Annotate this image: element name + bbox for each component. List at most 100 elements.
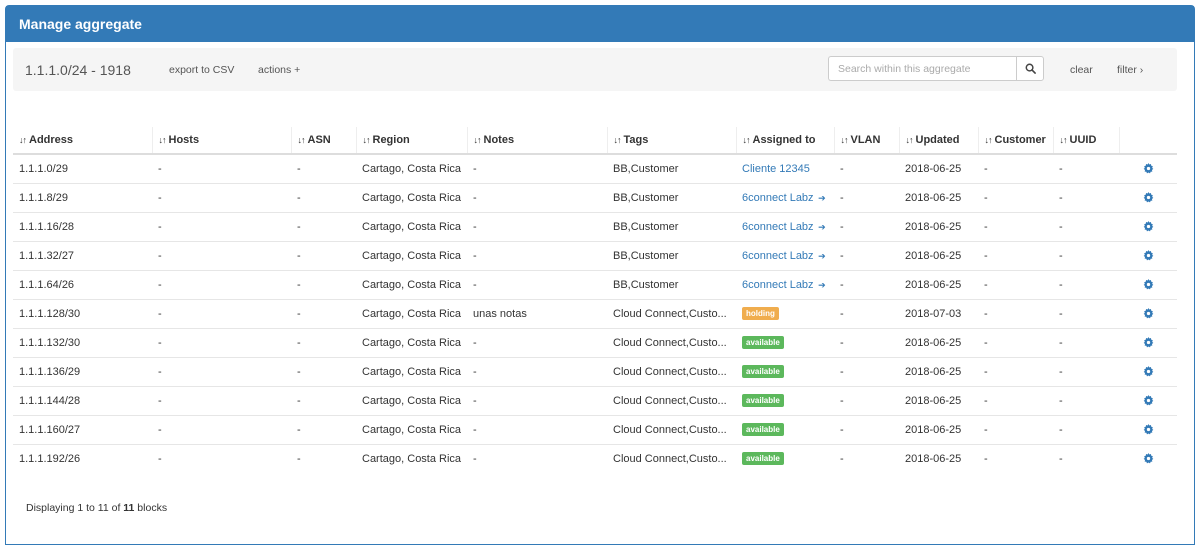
gear-icon[interactable] <box>1143 337 1154 348</box>
cell-hosts-text: - <box>158 336 162 349</box>
assigned-link[interactable]: 6connect Labz <box>742 192 814 204</box>
cell-hosts-text: - <box>158 307 162 320</box>
cell-updated: 2018-06-25 <box>899 356 978 386</box>
cell-region-text: Cartago, Costa Rica <box>362 278 462 291</box>
assigned-link[interactable]: Cliente 12345 <box>742 163 810 175</box>
cell-region-text: Cartago, Costa Rica <box>362 191 462 204</box>
cell-region: Cartago, Costa Rica <box>356 414 467 444</box>
cell-notes-text: - <box>473 423 477 436</box>
gear-icon[interactable] <box>1143 192 1154 203</box>
assigned-link[interactable]: 6connect Labz <box>742 279 814 291</box>
clear-button[interactable]: clear <box>1070 64 1093 76</box>
column-header-notes[interactable]: ↓↑ Notes <box>466 127 607 155</box>
search-input[interactable] <box>828 56 1016 81</box>
cell-updated-text: 2018-06-25 <box>905 220 962 233</box>
cell-uuid: - <box>1053 153 1119 183</box>
available-badge[interactable]: available <box>742 452 784 466</box>
cell-notes: - <box>467 327 607 357</box>
cell-region-text: Cartago, Costa Rica <box>362 220 462 233</box>
gear-icon[interactable] <box>1143 250 1154 261</box>
cell-region: Cartago, Costa Rica <box>356 327 467 357</box>
cell-vlan-text: - <box>840 249 844 262</box>
cell-uuid-text: - <box>1059 220 1063 233</box>
cell-asn: - <box>291 385 356 415</box>
cell-vlan-text: - <box>840 162 844 175</box>
cell-asn: - <box>291 153 356 183</box>
cell-region-text: Cartago, Costa Rica <box>362 394 462 407</box>
cell-customer: - <box>978 269 1053 299</box>
cell-hosts: - <box>152 443 291 473</box>
cell-updated-text: 2018-06-25 <box>905 336 962 349</box>
column-header-address[interactable]: ↓↑ Address <box>13 127 152 155</box>
cell-region: Cartago, Costa Rica <box>356 298 467 328</box>
filter-button[interactable]: filter › <box>1117 64 1143 76</box>
column-header-updated[interactable]: ↓↑ Updated <box>898 127 978 155</box>
arrow-right-icon[interactable]: ➔ <box>816 193 826 203</box>
aggregate-toolbar: 1.1.1.0/24 - 1918 export to CSV actions … <box>13 48 1177 91</box>
column-header-tags[interactable]: ↓↑ Tags <box>606 127 736 155</box>
table-row: 1.1.1.144/28- - Cartago, Costa Rica - Cloud … <box>13 385 1177 415</box>
search-icon <box>1025 63 1036 74</box>
column-header-uuid[interactable]: ↓↑ UUID <box>1052 127 1119 155</box>
cell-customer-text: - <box>984 307 988 320</box>
cell-updated-text: 2018-06-25 <box>905 249 962 262</box>
cell-customer: - <box>978 327 1053 357</box>
cell-customer-text: - <box>984 394 988 407</box>
gear-icon[interactable] <box>1143 279 1154 290</box>
actions-menu[interactable]: actions + <box>258 64 300 76</box>
export-csv-link[interactable]: export to CSV <box>169 64 234 76</box>
cell-customer: - <box>978 414 1053 444</box>
available-badge[interactable]: available <box>742 365 784 378</box>
available-badge[interactable]: available <box>742 394 784 407</box>
cell-actions <box>1119 356 1177 386</box>
cell-assigned: available <box>736 327 834 357</box>
column-header-hosts[interactable]: ↓↑ Hosts <box>151 127 291 155</box>
gear-icon[interactable] <box>1143 395 1154 406</box>
cell-address-text: 1.1.1.32/27 <box>19 249 75 262</box>
column-header-assigned-to[interactable]: ↓↑ Assigned to <box>735 127 834 155</box>
cell-uuid: - <box>1053 240 1119 270</box>
cell-updated: 2018-06-25 <box>899 414 978 444</box>
column-header-asn[interactable]: ↓↑ ASN <box>290 127 356 155</box>
arrow-right-icon[interactable]: ➔ <box>816 251 826 261</box>
available-badge[interactable]: available <box>742 336 784 349</box>
cell-actions <box>1119 385 1177 415</box>
cell-address: 1.1.1.192/26 <box>13 443 152 473</box>
gear-icon[interactable] <box>1143 163 1154 174</box>
column-header-customer[interactable]: ↓↑ Customer <box>977 127 1053 155</box>
cell-region: Cartago, Costa Rica <box>356 269 467 299</box>
cell-notes: - <box>467 182 607 212</box>
cell-asn: - <box>291 414 356 444</box>
assigned-link[interactable]: 6connect Labz <box>742 250 814 262</box>
cell-asn-text: - <box>297 220 301 233</box>
cell-vlan-text: - <box>840 191 844 204</box>
holding-badge[interactable]: holding <box>742 307 779 320</box>
cell-asn: - <box>291 443 356 473</box>
sort-icon: ↓↑ <box>613 135 622 145</box>
gear-icon[interactable] <box>1143 221 1154 232</box>
sort-icon: ↓↑ <box>742 135 751 145</box>
column-header-region[interactable]: ↓↑ Region <box>355 127 467 155</box>
cell-address: 1.1.1.160/27 <box>13 414 152 444</box>
arrow-right-icon[interactable]: ➔ <box>816 280 826 290</box>
gear-icon[interactable] <box>1143 424 1154 435</box>
assigned-link[interactable]: 6connect Labz <box>742 221 814 233</box>
cell-assigned: 6connect Labz ➔ <box>736 211 834 241</box>
cell-vlan: - <box>834 269 899 299</box>
gear-icon[interactable] <box>1143 453 1154 464</box>
gear-icon[interactable] <box>1143 366 1154 377</box>
column-header-label: Hosts <box>168 134 200 146</box>
cell-region: Cartago, Costa Rica <box>356 182 467 212</box>
cell-asn-text: - <box>297 249 301 262</box>
cell-address-text: 1.1.1.64/26 <box>19 278 75 291</box>
cell-updated: 2018-07-03 <box>899 298 978 328</box>
arrow-right-icon[interactable]: ➔ <box>816 222 826 232</box>
search-button[interactable] <box>1016 56 1044 81</box>
table-body: 1.1.1.0/29- - Cartago, Costa Rica - BB,Custo… <box>13 153 1177 473</box>
cell-address: 1.1.1.128/30 <box>13 298 152 328</box>
column-header-vlan[interactable]: ↓↑ VLAN <box>833 127 899 155</box>
cell-customer-text: - <box>984 336 988 349</box>
cell-address: 1.1.1.64/26 <box>13 269 152 299</box>
available-badge[interactable]: available <box>742 423 784 436</box>
gear-icon[interactable] <box>1143 308 1154 319</box>
